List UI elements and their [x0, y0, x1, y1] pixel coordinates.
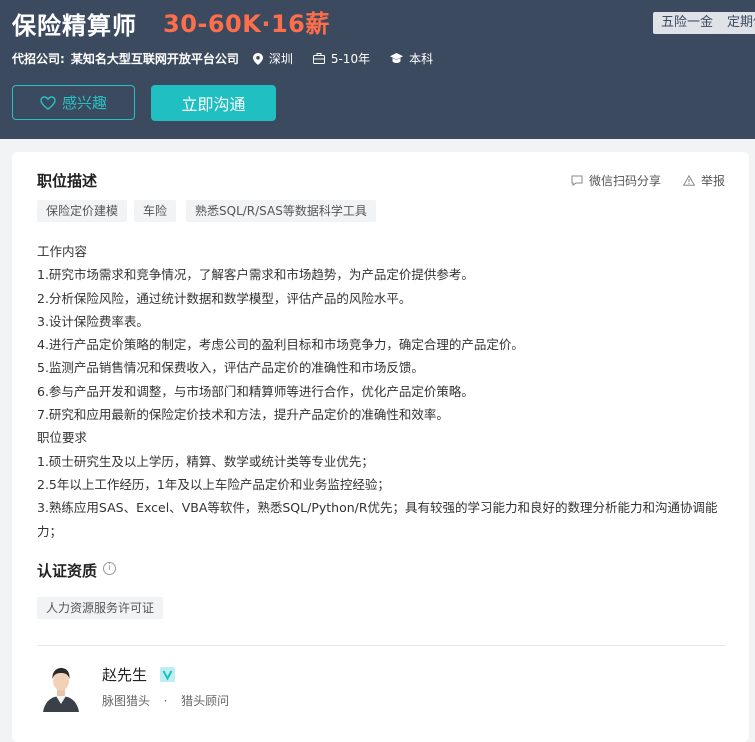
wechat-share-label: 微信扫码分享	[589, 174, 662, 188]
description-line: 5.监测产品销售情况和保费收入，评估产品定价的准确性和市场反馈。	[37, 360, 424, 376]
description-line: 3.熟练应用SAS、Excel、VBA等软件，熟悉SQL/Python/R优先；…	[37, 500, 718, 539]
interest-button[interactable]: 感兴趣	[12, 85, 135, 120]
chat-now-button[interactable]: 立即沟通	[151, 85, 276, 121]
description-line: 职位要求	[37, 430, 88, 446]
company-label: 代招公司:	[12, 52, 65, 66]
interest-button-label: 感兴趣	[61, 94, 107, 112]
benefit-tag: 五险一金	[653, 12, 722, 34]
graduation-cap-icon	[390, 53, 404, 63]
description-line: 2.分析保险风险，通过统计数据和数学模型，评估产品的风险水平。	[37, 290, 412, 306]
job-header: 保险精算师 30-60K·16薪 五险一金 定期体检 代招公司: 某知名大型互联…	[0, 0, 755, 139]
wechat-share-link[interactable]: 微信扫码分享	[571, 172, 661, 189]
separator-dot: ·	[163, 694, 168, 708]
description-line: 2.5年以上工作经历，1年及以上车险产品定价和业务监控经验；	[37, 476, 390, 492]
description-title: 职位描述	[37, 172, 98, 190]
salary: 30-60K·16薪	[163, 10, 330, 38]
description-line: 1.研究市场需求和竞争情况，了解客户需求和市场趋势，为产品定价提供参考。	[37, 267, 474, 283]
heart-icon	[40, 95, 56, 110]
location: 深圳	[268, 52, 293, 66]
report-link[interactable]: 举报	[683, 172, 725, 189]
skill-tag: 保险定价建模	[37, 200, 128, 222]
recruiter-info: 脉图猎头 · 猎头顾问	[102, 692, 229, 709]
description-line: 1.硕士研究生及以上学历，精算、数学或统计类等专业优先；	[37, 453, 374, 469]
info-icon[interactable]: i	[103, 562, 116, 575]
description-line: 6.参与产品开发和调整，与市场部门和精算师等进行合作，优化产品定价策略。	[37, 383, 474, 399]
job-title: 保险精算师	[12, 12, 137, 40]
divider	[37, 645, 725, 646]
warning-icon	[683, 175, 695, 186]
recruiter-role: 猎头顾问	[181, 694, 230, 708]
job-description-text: 工作内容 1.研究市场需求和竞争情况，了解客户需求和市场趋势，为产品定价提供参考…	[37, 240, 727, 543]
recruiter-avatar[interactable]	[41, 662, 81, 712]
chat-now-button-label: 立即沟通	[181, 95, 246, 114]
recruiter-name: 赵先生	[102, 666, 148, 684]
briefcase-icon	[312, 53, 325, 64]
chat-bubble-icon	[571, 175, 583, 186]
skill-tag: 车险	[134, 200, 177, 222]
benefit-tag: 定期体检	[719, 12, 755, 34]
description-line: 7.研究和应用最新的保险定价技术和方法，提升产品定价的准确性和效率。	[37, 407, 449, 423]
description-line: 工作内容	[37, 244, 88, 259]
certification-tag: 人力资源服务许可证	[37, 597, 164, 619]
report-label: 举报	[701, 174, 726, 188]
experience: 5-10年	[330, 52, 371, 66]
location-icon	[252, 52, 263, 65]
recruiter-company: 脉图猎头	[102, 694, 151, 708]
description-line: 4.进行产品定价策略的制定，考虑公司的盈利目标和市场竞争力，确定合理的产品定价。	[37, 337, 524, 353]
education: 本科	[409, 52, 434, 66]
certification-title: 认证资质	[37, 562, 98, 580]
job-meta: 代招公司: 某知名大型互联网开放平台公司 深圳 5-10年 本科	[12, 50, 433, 67]
description-line: 3.设计保险费率表。	[37, 313, 149, 329]
verified-badge-icon	[160, 667, 175, 682]
skill-tag: 熟悉SQL/R/SAS等数据科学工具	[186, 200, 376, 222]
company-name: 某知名大型互联网开放平台公司	[70, 52, 239, 66]
